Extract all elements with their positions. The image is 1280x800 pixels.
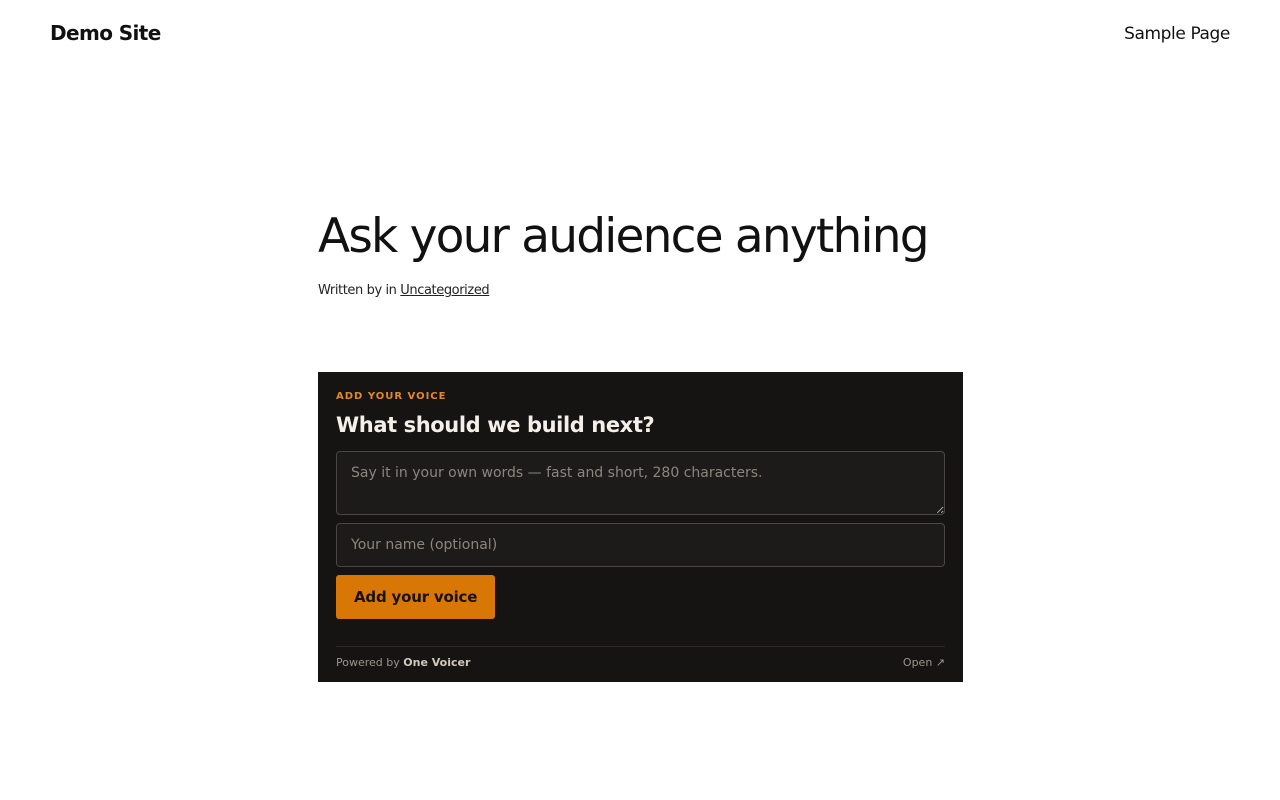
post: Ask your audience anything Written by in… (318, 205, 963, 301)
widget-eyebrow: ADD YOUR VOICE (336, 391, 447, 402)
powered-by: Powered by One Voicer (336, 656, 470, 669)
category-link[interactable]: Uncategorized (400, 283, 489, 298)
site-header: Demo Site Sample Page (0, 0, 1280, 72)
open-link[interactable]: Open ↗ (903, 656, 945, 670)
post-meta: Written by in Uncategorized (318, 281, 963, 301)
widget-footer: Powered by One Voicer Open ↗ (336, 646, 945, 682)
powered-by-prefix: Powered by (336, 656, 404, 669)
message-input[interactable] (336, 451, 945, 515)
post-title: Ask your audience anything (318, 209, 930, 264)
add-voice-button[interactable]: Add your voice (336, 575, 496, 619)
post-meta-prefix: Written by in (318, 283, 401, 298)
site-title[interactable]: Demo Site (50, 21, 161, 45)
name-input[interactable] (336, 523, 945, 567)
voice-widget: ADD YOUR VOICE What should we build next… (318, 372, 963, 682)
nav-link-sample-page[interactable]: Sample Page (1124, 24, 1230, 44)
brand-name: One Voicer (403, 656, 471, 669)
widget-heading: What should we build next? (336, 413, 655, 437)
